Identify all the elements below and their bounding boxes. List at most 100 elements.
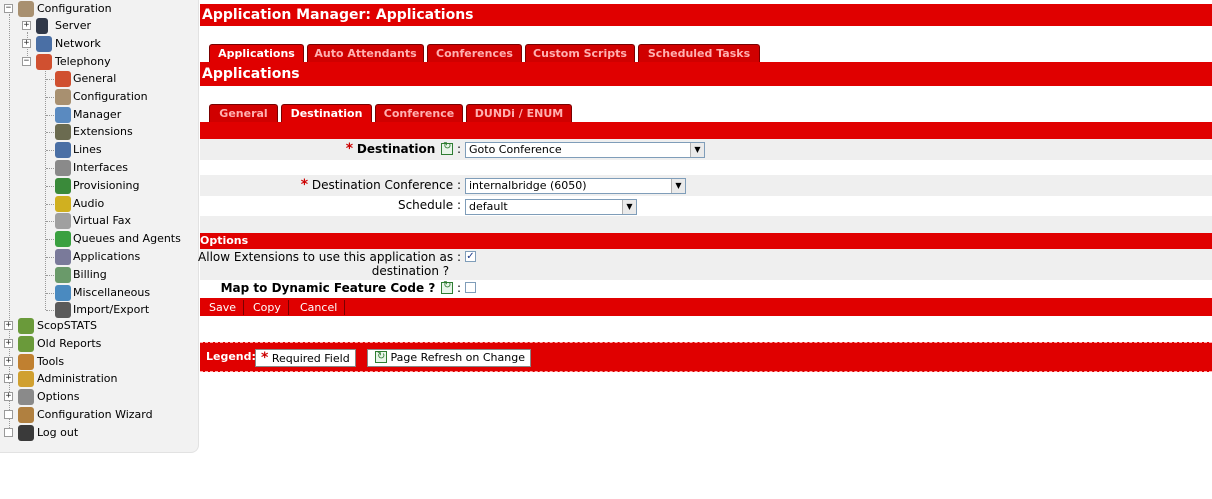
tree-item-label: Telephony: [55, 55, 111, 68]
tree-item-scopstats[interactable]: + ScopSTATS: [0, 317, 199, 335]
tree-line: [46, 132, 54, 134]
collapse-icon[interactable]: −: [22, 57, 31, 66]
queues-icon: [55, 231, 71, 248]
tree-item-old-reports[interactable]: + Old Reports: [0, 335, 199, 353]
expand-icon[interactable]: +: [4, 321, 13, 330]
expand-icon[interactable]: +: [4, 374, 13, 384]
tab-conference[interactable]: Conference: [375, 104, 463, 122]
cancel-button[interactable]: Cancel: [293, 300, 346, 315]
allow-extensions-label-text-2: destination ?: [371, 264, 450, 278]
dropdown-arrow-icon[interactable]: ▼: [622, 200, 636, 214]
options-header: Options: [200, 233, 1212, 249]
dropdown-arrow-icon[interactable]: ▼: [690, 143, 704, 157]
schedule-select[interactable]: default ▼: [465, 199, 637, 215]
destination-select[interactable]: Goto Conference ▼: [465, 142, 705, 158]
destination-conference-select[interactable]: internalbridge (6050) ▼: [465, 178, 686, 194]
sidebar-item-virtual-fax[interactable]: Virtual Fax: [0, 212, 199, 230]
tab-conferences[interactable]: Conferences: [427, 44, 522, 62]
server-icon: [36, 18, 48, 34]
sidebar-item-queues-and-agents[interactable]: Queues and Agents: [0, 230, 199, 248]
action-bar: [200, 298, 1212, 316]
label-colon: :: [456, 250, 461, 264]
allow-extensions-checkbox[interactable]: ✓: [465, 251, 476, 262]
form-row-bg: [200, 216, 1212, 233]
configuration-icon: [55, 88, 71, 105]
tree-item-administration[interactable]: + Administration: [0, 370, 199, 388]
save-button[interactable]: Save: [202, 300, 245, 315]
tree-line: [46, 185, 54, 187]
tab-destination[interactable]: Destination: [281, 104, 372, 122]
legend-bar: Legend: * Required Field Page Refresh on…: [200, 342, 1212, 372]
tree-item-label: Miscellaneous: [73, 285, 151, 299]
sidebar-item-miscellaneous[interactable]: Miscellaneous: [0, 284, 199, 302]
tree-item-label: Manager: [73, 107, 122, 121]
tree-item-label: Configuration: [73, 89, 148, 103]
sidebar-item-manager[interactable]: Manager: [0, 106, 199, 124]
tree-line: [46, 150, 54, 152]
map-feature-code-checkbox[interactable]: [465, 282, 476, 293]
sidebar-item-lines[interactable]: Lines: [0, 141, 199, 159]
tree-item-configuration[interactable]: − Configuration: [0, 0, 199, 18]
audio-icon: [55, 195, 71, 212]
tree-item-label: Log out: [37, 425, 79, 439]
tab-applications[interactable]: Applications: [209, 44, 304, 62]
schedule-label-text: Schedule: [397, 198, 454, 212]
destination-label: * Destination :: [346, 141, 461, 157]
copy-button[interactable]: Copy: [246, 300, 289, 315]
checkmark-icon: ✓: [466, 251, 475, 262]
sidebar-item-general[interactable]: General: [0, 70, 199, 88]
tree-line: [46, 96, 54, 98]
tab-custom-scripts[interactable]: Custom Scripts: [525, 44, 635, 62]
dropdown-arrow-icon[interactable]: ▼: [671, 179, 685, 193]
legend-label: Legend:: [206, 350, 256, 363]
tab-auto-attendants[interactable]: Auto Attendants: [307, 44, 424, 62]
sidebar-item-applications[interactable]: Applications: [0, 248, 199, 266]
destination-select-value: Goto Conference: [469, 143, 562, 156]
tree-item-server[interactable]: + Server: [0, 17, 199, 35]
tree-item-label: Virtual Fax: [73, 214, 132, 228]
collapse-icon[interactable]: −: [4, 4, 13, 13]
tree-item-configuration-wizard[interactable]: Configuration Wizard: [0, 406, 199, 424]
sidebar-item-extensions[interactable]: Extensions: [0, 123, 199, 141]
tree-item-label: Lines: [73, 143, 102, 157]
tree-item-tools[interactable]: + Tools: [0, 353, 199, 371]
page-title: Application Manager: Applications: [200, 4, 1212, 26]
old-reports-icon: [18, 335, 34, 352]
expand-icon[interactable]: +: [4, 356, 13, 366]
sidebar-item-interfaces[interactable]: Interfaces: [0, 159, 199, 177]
tree-line: [46, 79, 54, 80]
tree-line: [46, 239, 54, 241]
label-colon: :: [456, 281, 461, 295]
tree-item-telephony[interactable]: − Telephony: [0, 53, 199, 71]
legend-required: * Required Field: [255, 349, 356, 367]
sidebar-item-billing[interactable]: Billing: [0, 266, 199, 284]
expand-icon[interactable]: +: [4, 338, 13, 348]
destination-conference-label-text: Destination Conference: [311, 178, 454, 192]
allow-extensions-label-text-1: Allow Extensions to use this application…: [198, 250, 454, 264]
sidebar-item-configuration[interactable]: Configuration: [0, 88, 199, 106]
logout-icon: [18, 424, 34, 441]
tab-scheduled-tasks[interactable]: Scheduled Tasks: [638, 44, 760, 62]
sidebar-item-provisioning[interactable]: Provisioning: [0, 177, 199, 195]
refresh-icon: [441, 141, 454, 155]
tree-item-label: ScopSTATS: [37, 319, 97, 332]
map-feature-code-label-text: Map to Dynamic Feature Code ?: [220, 281, 436, 295]
required-icon: *: [345, 141, 354, 157]
leaf-icon: [4, 410, 13, 419]
legend-refresh-text: Page Refresh on Change: [390, 351, 525, 364]
expand-icon[interactable]: +: [22, 39, 31, 48]
tree-item-network[interactable]: + Network: [0, 35, 199, 53]
miscellaneous-icon: [55, 284, 71, 301]
tab-general[interactable]: General: [209, 104, 278, 122]
tree-item-options[interactable]: + Options: [0, 388, 199, 406]
tab-dundi-enum[interactable]: DUNDi / ENUM: [466, 104, 572, 122]
tree-line: [46, 274, 54, 276]
schedule-label: Schedule :: [398, 198, 461, 212]
tree-item-label: Configuration: [37, 2, 112, 15]
expand-icon[interactable]: +: [22, 21, 31, 30]
tree-item-log-out[interactable]: Log out: [0, 424, 199, 442]
destination-conference-select-value: internalbridge (6050): [469, 179, 587, 192]
expand-icon[interactable]: +: [4, 392, 13, 402]
refresh-icon: [375, 349, 387, 365]
sidebar-item-audio[interactable]: Audio: [0, 195, 199, 213]
